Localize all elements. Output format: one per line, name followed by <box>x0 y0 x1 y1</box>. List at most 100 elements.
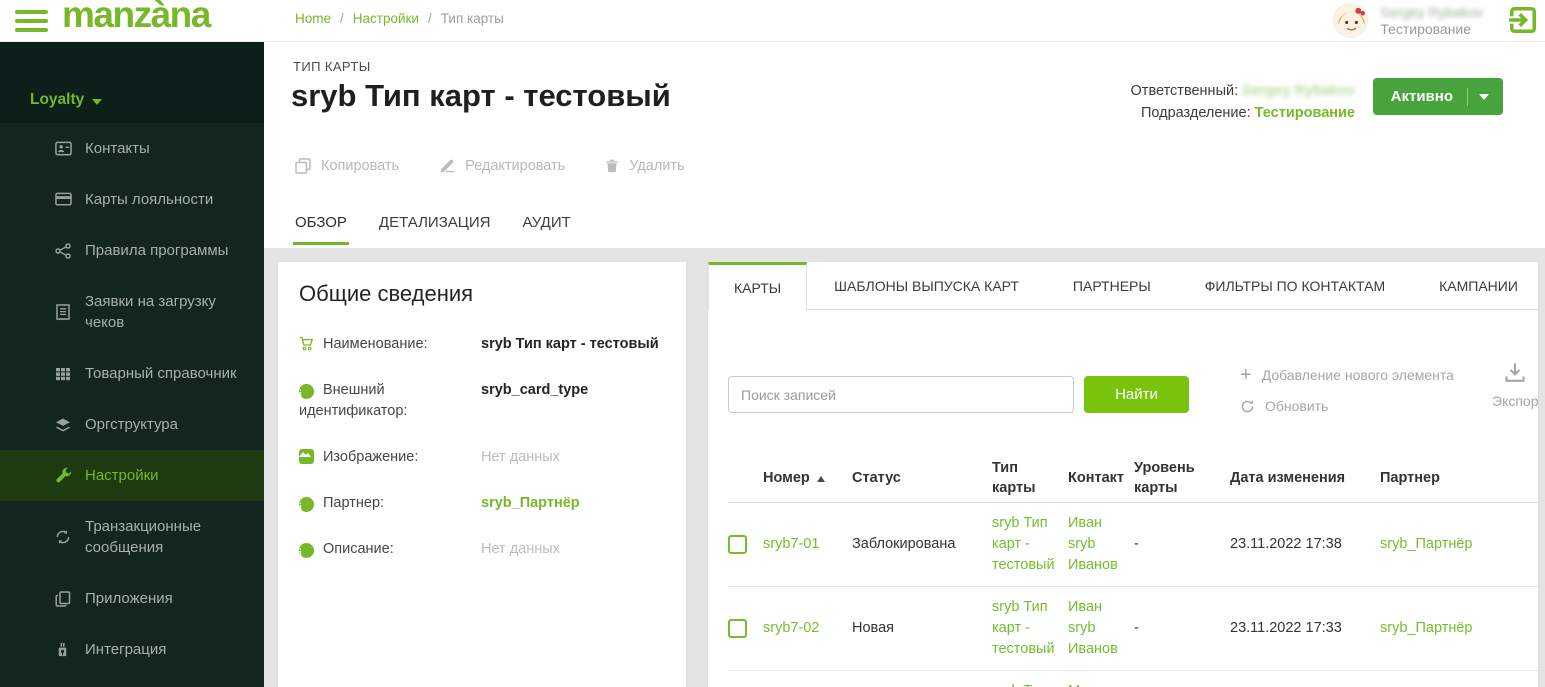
tab-cards[interactable]: КАРТЫ <box>708 262 808 311</box>
tab-overview[interactable]: ОБЗОР <box>293 208 349 245</box>
sidebar-item-receipt-requests[interactable]: Заявки на загрузку чеков <box>0 276 264 348</box>
sidebar-item-label: Контакты <box>85 140 150 157</box>
card-type-link[interactable]: sryb Тип карт - тестовый <box>992 587 1068 670</box>
contact-link[interactable]: Иван sryb Иванов <box>1068 503 1134 586</box>
copy-button[interactable]: Копировать <box>295 158 399 174</box>
sidebar-item-label: Оргструктура <box>85 416 178 433</box>
user-block[interactable]: Sergey Rybakov Тестирование <box>1333 3 1483 38</box>
tab-campaigns[interactable]: КАМПАНИИ <box>1412 262 1545 310</box>
page-title: sryb Тип карт - тестовый <box>291 78 671 113</box>
sidebar-item-label: Заявки на загрузку чеков <box>85 293 216 331</box>
sidebar-item-integration[interactable]: Интеграция <box>0 624 264 675</box>
chevron-down-icon <box>1479 93 1489 100</box>
column-partner[interactable]: Партнер <box>1380 468 1538 488</box>
field-description: i Описание: Нет данных <box>299 539 666 560</box>
division-value[interactable]: Тестирование <box>1255 105 1355 121</box>
status-dropdown[interactable]: Активно <box>1372 78 1503 115</box>
partner-link[interactable]: sryb_Партнёр <box>1380 608 1538 649</box>
partner-link[interactable]: sryb_Партнёр <box>481 493 666 514</box>
column-card-type[interactable]: Тип карты <box>992 458 1048 498</box>
delete-button[interactable]: Удалить <box>605 158 685 174</box>
record-tabs: ОБЗОР ДЕТАЛИЗАЦИЯ АУДИТ <box>293 208 573 245</box>
contact-link[interactable]: Иван sryb Иванов <box>1068 587 1134 670</box>
column-card-level[interactable]: Уровень карты <box>1134 458 1230 498</box>
modified-date: 23.11.2022 17:33 <box>1230 620 1342 636</box>
breadcrumb-current: Тип карты <box>440 11 504 26</box>
copy-icon <box>295 158 311 174</box>
sidebar-item-loyalty-cards[interactable]: Карты лояльности <box>0 174 264 225</box>
add-item-button[interactable]: + Добавление нового элемента <box>1240 365 1454 385</box>
export-button[interactable]: Экспорт <box>1492 362 1538 409</box>
sidebar-section-loyalty[interactable]: Loyalty <box>0 42 264 123</box>
sidebar-item-label: Транзакционные сообщения <box>85 518 202 556</box>
card-type-link[interactable]: sryb Тип карт - тестовый <box>992 503 1068 586</box>
column-modified-date[interactable]: Дата изменения <box>1230 468 1380 488</box>
card-number-link[interactable]: sryb7-01 <box>763 524 852 565</box>
column-contact[interactable]: Контакт <box>1068 468 1134 488</box>
field-external-id: i Внешний идентификатор: sryb_card_type <box>299 380 666 422</box>
tab-partners[interactable]: ПАРТНЕРЫ <box>1046 262 1178 310</box>
sidebar-item-transactional-messages[interactable]: Транзакционные сообщения <box>0 501 264 573</box>
trash-icon <box>605 159 619 173</box>
table-row: sryb7-02 Новая sryb Тип карт - тестовый … <box>728 587 1538 671</box>
card-type-link[interactable]: sryb Тип карт - тестовый <box>992 671 1068 687</box>
column-status[interactable]: Статус <box>852 468 992 488</box>
breadcrumb-settings[interactable]: Настройки <box>353 11 419 26</box>
modified-date: 23.11.2022 17:38 <box>1230 536 1342 552</box>
menu-icon[interactable] <box>15 10 48 32</box>
page-kicker: ТИП КАРТЫ <box>293 59 371 74</box>
sync-icon <box>55 529 72 545</box>
card-level: - <box>1134 536 1139 552</box>
contacts-icon <box>55 141 72 156</box>
division-label: Подразделение: <box>1140 105 1251 121</box>
sidebar-item-label: Товарный справочник <box>85 365 237 382</box>
edit-button[interactable]: Редактировать <box>439 158 565 174</box>
partner-link[interactable]: sryb_Партнёр <box>1380 524 1538 565</box>
search-input[interactable] <box>728 376 1074 413</box>
table-row: sryb7-01 Заблокирована sryb Тип карт - т… <box>728 503 1538 587</box>
user-name: Sergey Rybakov <box>1380 3 1483 20</box>
card-level: - <box>1134 620 1139 636</box>
logout-icon[interactable] <box>1508 5 1538 35</box>
column-number[interactable]: Номер <box>763 468 852 488</box>
top-bar: manzàna Home / Настройки / Тип карты Ser… <box>0 0 1545 42</box>
sidebar-item-label: Карты лояльности <box>85 191 214 208</box>
field-value: Нет данных <box>481 449 560 465</box>
cards-tabs: КАРТЫ ШАБЛОНЫ ВЫПУСКА КАРТ ПАРТНЕРЫ ФИЛЬ… <box>708 262 1538 311</box>
wrench-icon <box>55 467 72 484</box>
tab-contact-filters[interactable]: ФИЛЬТРЫ ПО КОНТАКТАМ <box>1178 262 1412 310</box>
sidebar-item-contacts[interactable]: Контакты <box>0 123 264 174</box>
row-checkbox[interactable] <box>728 535 747 554</box>
panel-title: Общие сведения <box>299 281 474 306</box>
download-icon <box>1505 363 1525 382</box>
record-actions: Копировать Редактировать Удалить <box>295 158 685 174</box>
sidebar-item-label: Правила программы <box>85 242 229 259</box>
sidebar-item-label: Настройки <box>85 467 159 484</box>
responsible-label: Ответственный: <box>1130 83 1239 99</box>
field-value: Нет данных <box>481 541 560 557</box>
sidebar-item-applications[interactable]: Приложения <box>0 573 264 624</box>
tab-card-issue-templates[interactable]: ШАБЛОНЫ ВЫПУСКА КАРТ <box>807 262 1046 310</box>
sidebar-item-settings[interactable]: Настройки <box>0 450 264 501</box>
refresh-button[interactable]: Обновить <box>1240 398 1454 414</box>
content-area: Общие сведения Наименование: sryb Тип ка… <box>264 248 1545 687</box>
sidebar-item-program-rules[interactable]: Правила программы <box>0 225 264 276</box>
status-badge: Активно <box>1390 88 1453 105</box>
logo[interactable]: manzàna <box>62 0 211 36</box>
avatar[interactable] <box>1333 3 1369 38</box>
tab-details[interactable]: ДЕТАЛИЗАЦИЯ <box>377 208 493 245</box>
search-button[interactable]: Найти <box>1084 376 1189 413</box>
card-number-link[interactable]: sryb7-02 <box>763 608 852 649</box>
sidebar-item-product-catalog[interactable]: Товарный справочник <box>0 348 264 399</box>
field-partner: i Партнер: sryb_Партнёр <box>299 493 666 514</box>
field-value: sryb_card_type <box>481 382 589 398</box>
contact-link[interactable]: Марья sryb Петрова <box>1068 671 1134 687</box>
field-value: sryb Тип карт - тестовый <box>481 336 659 352</box>
list-tools: + Добавление нового элемента Обновить <box>1240 365 1454 414</box>
tab-audit[interactable]: АУДИТ <box>520 208 572 245</box>
layers-icon <box>55 417 72 433</box>
sidebar-item-org-structure[interactable]: Оргструктура <box>0 399 264 450</box>
receipt-icon <box>55 303 72 321</box>
breadcrumb-home[interactable]: Home <box>295 11 331 26</box>
row-checkbox[interactable] <box>728 619 747 638</box>
